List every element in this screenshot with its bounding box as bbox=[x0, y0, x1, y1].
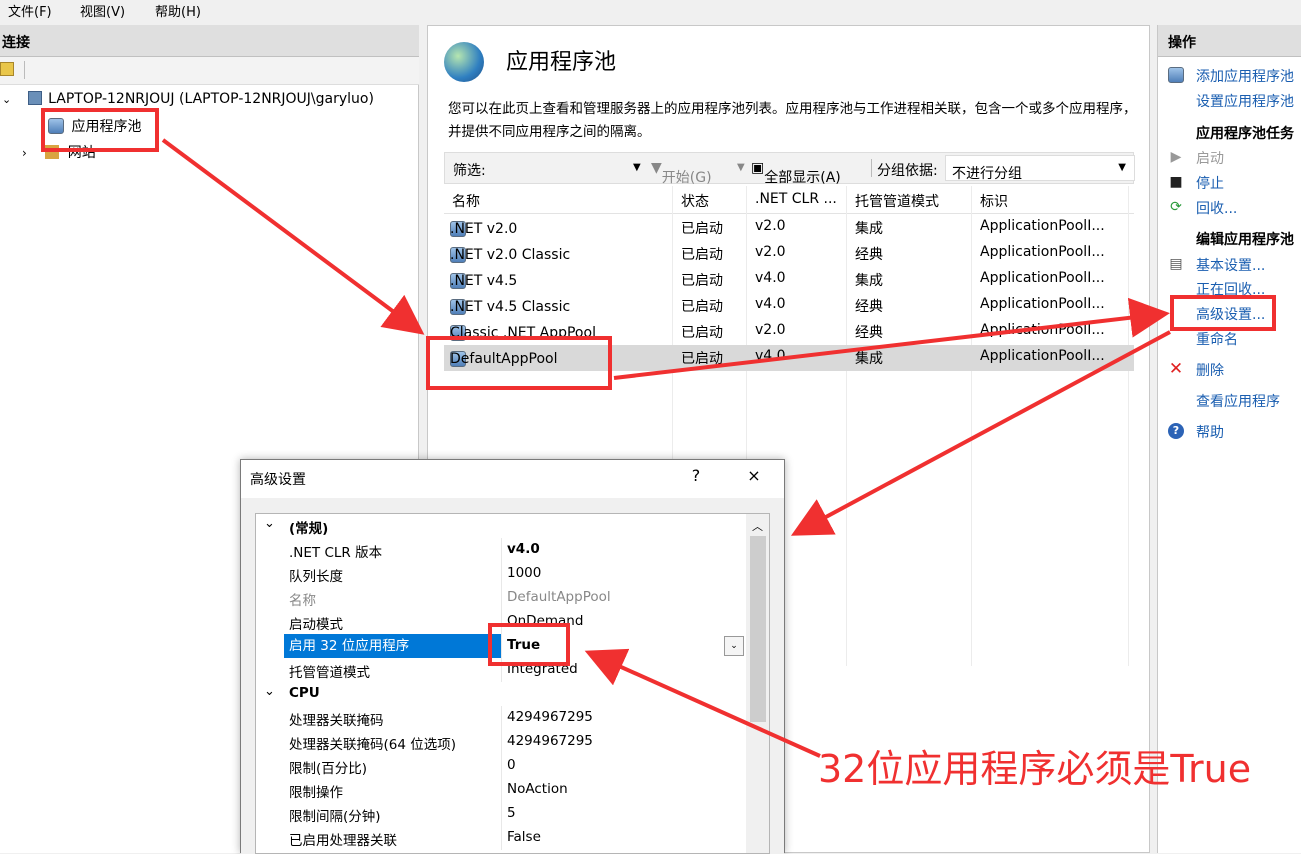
annotation-text: 32位应用程序必须是True bbox=[818, 747, 1252, 791]
annotation-arrows bbox=[161, 138, 1171, 758]
